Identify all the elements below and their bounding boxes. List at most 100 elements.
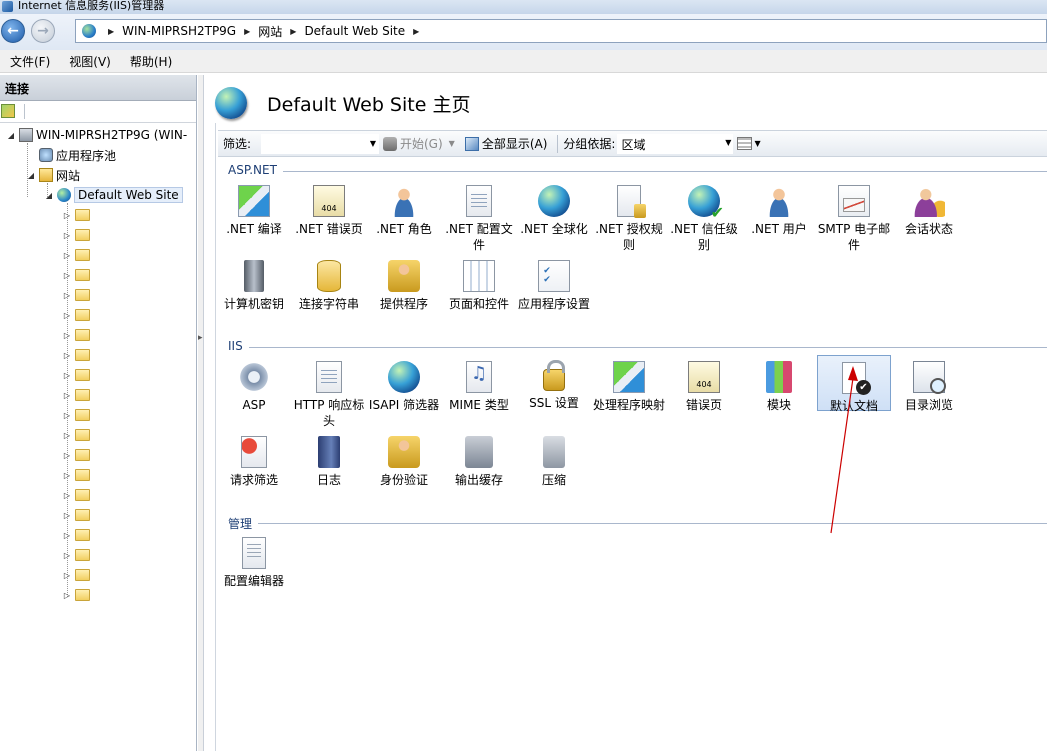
expand-icon[interactable]: ▷ (62, 431, 72, 440)
tree-node-folder[interactable]: ▷ (62, 526, 93, 544)
feature-tile-session-state[interactable]: 会话状态 (892, 179, 966, 249)
expand-icon[interactable]: ▷ (62, 371, 72, 380)
feature-tile-ssl-settings[interactable]: SSL 设置 (517, 355, 591, 425)
tree-node-folder[interactable]: ▷ (62, 586, 93, 604)
tree-node-folder[interactable]: ▷ (62, 546, 93, 564)
tree-node-folder[interactable]: ▷ (62, 346, 93, 364)
tree-node-folder[interactable]: ▷ (62, 286, 93, 304)
feature-tile-handler-mappings[interactable]: 处理程序映射 (592, 355, 666, 425)
chevron-down-icon[interactable]: ▼ (754, 139, 760, 148)
tree-node-folder[interactable]: ▷ (62, 266, 93, 284)
chevron-down-icon[interactable]: ▼ (449, 139, 455, 148)
breadcrumb-site[interactable]: Default Web Site (304, 24, 405, 38)
forward-button[interactable]: → (31, 19, 55, 43)
breadcrumb-separator-icon[interactable]: ▶ (290, 27, 296, 36)
feature-tile-dotnet-globalization[interactable]: .NET 全球化 (517, 179, 591, 249)
expand-icon[interactable]: ▷ (62, 471, 72, 480)
back-button[interactable]: ← (1, 19, 25, 43)
connect-icon[interactable] (1, 104, 15, 118)
feature-tile-dotnet-trust[interactable]: .NET 信任级别 (667, 179, 741, 252)
tree-node-folder[interactable]: ▷ (62, 466, 93, 484)
breadcrumb-sites[interactable]: 网站 (258, 23, 282, 40)
feature-tile-dotnet-compile[interactable]: .NET 编译 (217, 179, 291, 249)
tree-node-folder[interactable]: ▷ (62, 226, 93, 244)
expand-icon[interactable]: ▷ (62, 591, 72, 600)
expand-icon[interactable]: ▷ (62, 351, 72, 360)
tree-node-folder[interactable]: ▷ (62, 366, 93, 384)
collapse-icon[interactable]: ◢ (44, 191, 54, 200)
tree-node-folder[interactable]: ▷ (62, 206, 93, 224)
breadcrumb-separator-icon[interactable]: ▶ (108, 27, 114, 36)
tree-node-folder[interactable]: ▷ (62, 306, 93, 324)
tree-node-folder[interactable]: ▷ (62, 566, 93, 584)
feature-tile-http-headers[interactable]: HTTP 响应标头 (292, 355, 366, 428)
tree-node-sites[interactable]: ◢ 网站 (26, 166, 80, 184)
filter-input[interactable]: ▼ (261, 133, 379, 154)
breadcrumb-server[interactable]: WIN-MIPRSH2TP9G (122, 24, 236, 38)
tree-node-default-web-site[interactable]: ◢ Default Web Site (44, 186, 183, 204)
tree-node-server[interactable]: ◢ WIN-MIPRSH2TP9G (WIN- (6, 126, 187, 144)
breadcrumb-separator-icon[interactable]: ▶ (413, 27, 419, 36)
tree-node-folder[interactable]: ▷ (62, 506, 93, 524)
show-all-button[interactable]: 全部显示(A) (464, 135, 547, 152)
chevron-down-icon[interactable]: ▼ (370, 139, 376, 148)
feature-tile-default-document[interactable]: 默认文档 (817, 355, 891, 413)
expand-icon[interactable]: ▷ (62, 291, 72, 300)
expand-icon[interactable]: ▷ (62, 511, 72, 520)
tree-node-folder[interactable]: ▷ (62, 326, 93, 344)
feature-tile-modules[interactable]: 模块 (742, 355, 816, 425)
collapse-icon[interactable]: ◢ (6, 131, 16, 140)
expand-icon[interactable]: ▷ (62, 211, 72, 220)
feature-tile-providers[interactable]: 提供程序 (367, 254, 441, 324)
feature-tile-app-settings[interactable]: 应用程序设置 (517, 254, 591, 324)
feature-tile-logging[interactable]: 日志 (292, 430, 366, 500)
group-by-select[interactable]: 区域 ▼ (617, 133, 734, 154)
menu-file[interactable]: 文件(F) (10, 53, 50, 70)
feature-tile-dotnet-roles[interactable]: .NET 角色 (367, 179, 441, 249)
menu-view[interactable]: 视图(V) (69, 53, 111, 70)
breadcrumb[interactable]: ▶ WIN-MIPRSH2TP9G ▶ 网站 ▶ Default Web Sit… (75, 19, 1047, 43)
splitter-grip-icon[interactable]: ▸ (198, 333, 203, 343)
expand-icon[interactable]: ▷ (62, 311, 72, 320)
expand-icon[interactable]: ▷ (62, 251, 72, 260)
breadcrumb-separator-icon[interactable]: ▶ (244, 27, 250, 36)
expand-icon[interactable]: ▷ (62, 491, 72, 500)
feature-tile-authentication[interactable]: 身份验证 (367, 430, 441, 500)
expand-icon[interactable]: ▷ (62, 411, 72, 420)
expand-icon[interactable]: ▷ (62, 571, 72, 580)
tree-node-folder[interactable]: ▷ (62, 246, 93, 264)
tree-node-app-pools[interactable]: 应用程序池 (26, 146, 116, 164)
feature-tile-error-pages[interactable]: 错误页 (667, 355, 741, 425)
feature-tile-mime-types[interactable]: MIME 类型 (442, 355, 516, 425)
tree-node-folder[interactable]: ▷ (62, 386, 93, 404)
expand-icon[interactable]: ▷ (62, 231, 72, 240)
expand-icon[interactable]: ▷ (62, 391, 72, 400)
feature-tile-connection-strings[interactable]: 连接字符串 (292, 254, 366, 324)
tree-node-folder[interactable]: ▷ (62, 406, 93, 424)
feature-tile-pages-controls[interactable]: 页面和控件 (442, 254, 516, 324)
feature-tile-dotnet-users[interactable]: .NET 用户 (742, 179, 816, 249)
feature-tile-dotnet-error-pages[interactable]: .NET 错误页 (292, 179, 366, 249)
feature-tile-machine-key[interactable]: 计算机密钥 (217, 254, 291, 324)
feature-tile-dotnet-authorization[interactable]: .NET 授权规则 (592, 179, 666, 252)
feature-tile-configuration-editor[interactable]: 配置编辑器 (217, 531, 291, 601)
feature-tile-isapi-filters[interactable]: ISAPI 筛选器 (367, 355, 441, 425)
expand-icon[interactable]: ▷ (62, 551, 72, 560)
feature-tile-request-filtering[interactable]: 请求筛选 (217, 430, 291, 500)
tree-node-folder[interactable]: ▷ (62, 426, 93, 444)
collapse-icon[interactable]: ◢ (26, 171, 36, 180)
panel-splitter[interactable]: ▸ (198, 75, 204, 751)
tree-node-folder[interactable]: ▷ (62, 446, 93, 464)
menu-help[interactable]: 帮助(H) (130, 53, 172, 70)
feature-tile-output-caching[interactable]: 输出缓存 (442, 430, 516, 500)
expand-icon[interactable]: ▷ (62, 531, 72, 540)
expand-icon[interactable]: ▷ (62, 331, 72, 340)
feature-tile-directory-browsing[interactable]: 目录浏览 (892, 355, 966, 425)
expand-icon[interactable]: ▷ (62, 451, 72, 460)
feature-tile-compression[interactable]: 压缩 (517, 430, 591, 500)
start-button[interactable]: 开始(G) ▼ (383, 135, 455, 152)
feature-tile-asp[interactable]: ASP (217, 355, 291, 425)
expand-icon[interactable]: ▷ (62, 271, 72, 280)
feature-tile-smtp-email[interactable]: SMTP 电子邮件 (817, 179, 891, 252)
view-toggle-button[interactable]: ▼ (737, 137, 761, 150)
